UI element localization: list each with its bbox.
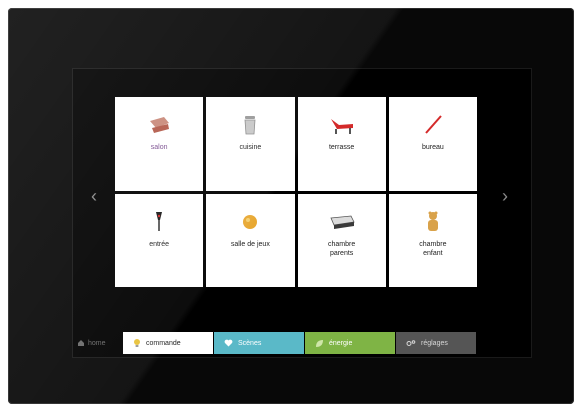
touch-screen: ‹ › salon cuisine terrasse bureau entrée… — [72, 68, 532, 358]
settings-icon — [406, 339, 416, 346]
tab-label: réglages — [421, 339, 448, 347]
sofa-icon — [150, 117, 170, 133]
home-label: home — [88, 339, 106, 347]
room-label: entrée — [149, 240, 170, 248]
lounge-chair-icon — [330, 119, 353, 134]
previous-page-arrow-icon[interactable]: ‹ — [86, 184, 102, 208]
room-tile-entree[interactable]: entrée — [115, 193, 204, 287]
room-tile-bureau[interactable]: bureau — [388, 97, 477, 191]
tab-label: commande — [146, 339, 181, 347]
next-page-arrow-icon[interactable]: › — [497, 184, 513, 208]
bed-icon — [330, 215, 355, 229]
teddy-bear-icon — [427, 211, 438, 231]
room-label: salle de jeux — [230, 240, 270, 248]
room-grid: salon cuisine terrasse bureau entrée sal… — [115, 97, 477, 287]
tab-label: énergie — [329, 339, 353, 347]
room-tile-cuisine[interactable]: cuisine — [206, 97, 295, 191]
bottom-navigation-bar: home commande Scènes énergie réglages — [73, 331, 531, 355]
tab-scenes[interactable]: Scènes — [214, 332, 304, 354]
room-label: chambre enfant — [419, 240, 447, 257]
home-icon — [78, 340, 84, 346]
room-tile-salle-de-jeux[interactable]: salle de jeux — [206, 193, 295, 287]
tab-energie[interactable]: énergie — [305, 332, 395, 354]
home-button[interactable]: home — [73, 339, 123, 347]
tab-commande[interactable]: commande — [123, 332, 213, 354]
room-label: bureau — [421, 144, 444, 151]
room-tile-chambre-parents[interactable]: chambre parents — [297, 193, 386, 287]
room-label: cuisine — [239, 144, 262, 151]
tab-reglages[interactable]: réglages — [396, 332, 476, 354]
tab-label: Scènes — [238, 339, 262, 347]
pen-icon — [425, 115, 442, 134]
room-tile-terrasse[interactable]: terrasse — [297, 97, 386, 191]
room-label: salon — [150, 144, 168, 151]
room-tile-salon[interactable]: salon — [115, 97, 204, 191]
coat-hanger-icon — [156, 211, 163, 231]
heart-icon — [224, 339, 233, 347]
room-label: chambre parents — [328, 240, 356, 257]
room-label: terrasse — [328, 144, 355, 151]
trash-bin-icon — [244, 116, 256, 135]
room-tile-chambre-enfant[interactable]: chambre enfant — [388, 193, 477, 287]
toy-icon — [243, 214, 258, 229]
leaf-icon — [316, 339, 323, 347]
bulb-icon — [134, 339, 140, 347]
touch-panel-device: ‹ › salon cuisine terrasse bureau entrée… — [8, 8, 574, 404]
